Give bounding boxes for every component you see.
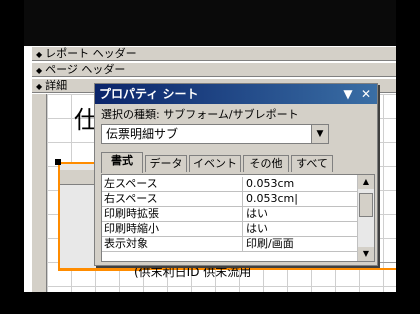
property-row[interactable]: 印刷時拡張 はい [102,207,360,222]
report-header-band[interactable]: ◆ レポート ヘッダー [32,46,396,61]
property-value[interactable]: はい [246,207,268,221]
scroll-down-icon[interactable]: ▼ [358,247,374,261]
property-name: 印刷時縮小 [104,222,243,236]
vertical-ruler [32,94,47,292]
property-row[interactable]: 表示対象 印刷/画面 [102,237,360,252]
tab-format[interactable]: 書式 [101,152,143,173]
object-selector-dropdown[interactable]: 伝票明細サブ ▼ [101,124,329,144]
scroll-thumb[interactable] [359,193,373,217]
property-row[interactable]: 右スペース 0.053cm| [102,192,360,207]
selection-type-label: 選択の種類: サブフォーム/サブレポート [101,108,299,121]
band-label: レポート ヘッダー [45,47,137,60]
property-value[interactable]: はい [246,222,268,236]
property-list: 左スペース 0.053cm 右スペース 0.053cm| 印刷時拡張 はい 印刷… [101,174,375,262]
chevron-down-icon[interactable]: ▼ [339,84,357,104]
band-arrow-icon: ◆ [36,82,43,91]
property-name: 印刷時拡張 [104,207,243,221]
property-value[interactable]: 0.053cm| [246,192,298,206]
property-sheet-title: プロパティ シート [99,87,199,101]
tab-data[interactable]: データ [145,155,187,172]
tab-all[interactable]: すべて [291,155,333,172]
band-label: 詳細 [45,79,68,92]
property-row[interactable]: 左スペース 0.053cm [102,177,360,192]
property-row[interactable]: 印刷時縮小 はい [102,222,360,237]
band-arrow-icon: ◆ [36,66,43,75]
dropdown-arrow-icon[interactable]: ▼ [311,125,328,143]
property-scrollbar[interactable]: ▲ ▼ [357,175,374,261]
close-icon[interactable]: ✕ [357,84,375,104]
property-value[interactable]: 0.053cm [246,177,294,191]
object-selector-value: 伝票明細サブ [106,127,179,141]
tab-other[interactable]: その他 [243,155,289,172]
band-arrow-icon: ◆ [36,50,43,59]
property-sheet-titlebar[interactable]: プロパティ シート [95,84,377,104]
tab-event[interactable]: イベント [189,155,241,172]
resize-handle[interactable] [55,159,61,165]
band-label: ページ ヘッダー [45,63,126,76]
property-name: 左スペース [104,177,243,191]
property-name: 表示対象 [104,237,243,251]
access-design-window: ◆ レポート ヘッダー ◆ ページ ヘッダー ◆ 詳細 仕 (供末利日ID 供末流用 … [24,0,396,292]
page-header-band[interactable]: ◆ ページ ヘッダー [32,62,396,77]
scroll-up-icon[interactable]: ▲ [358,175,374,189]
property-name: 右スペース [104,192,243,206]
property-value[interactable]: 印刷/画面 [246,237,294,251]
top-dark-area [24,0,396,46]
property-sheet[interactable]: プロパティ シート ▼ ✕ 選択の種類: サブフォーム/サブレポート 伝票明細サ… [94,83,378,266]
